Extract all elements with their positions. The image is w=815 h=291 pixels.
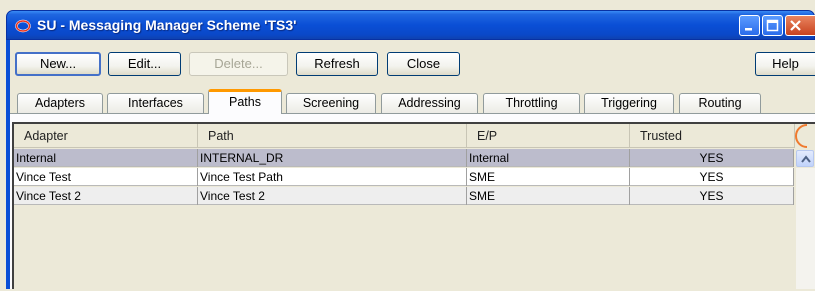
cell-ep: SME bbox=[467, 168, 630, 186]
scroll-up-button[interactable] bbox=[796, 150, 814, 167]
refresh-button[interactable]: Refresh bbox=[296, 52, 378, 76]
chevron-up-icon bbox=[801, 155, 811, 163]
minimize-button[interactable] bbox=[739, 15, 760, 36]
delete-button[interactable]: Delete... bbox=[189, 52, 288, 76]
cell-trusted: YES bbox=[630, 187, 794, 205]
new-button[interactable]: New... bbox=[15, 52, 101, 76]
cell-adapter: Internal bbox=[14, 149, 198, 167]
table-row[interactable]: Vince Test Vince Test Path SME YES bbox=[14, 168, 794, 186]
column-header-trusted[interactable]: Trusted bbox=[630, 124, 795, 148]
cell-ep: SME bbox=[467, 187, 630, 205]
table-row[interactable]: Vince Test 2 Vince Test 2 SME YES bbox=[14, 187, 794, 205]
window-title: SU - Messaging Manager Scheme 'TS3' bbox=[37, 17, 297, 33]
close-icon bbox=[790, 20, 801, 31]
cell-ep: Internal bbox=[467, 149, 630, 167]
cell-path: Vince Test 2 bbox=[198, 187, 467, 205]
tab-paths[interactable]: Paths bbox=[208, 89, 282, 114]
vertical-scrollbar-track[interactable] bbox=[796, 168, 815, 289]
cell-path: INTERNAL_DR bbox=[198, 149, 467, 167]
tab-addressing[interactable]: Addressing bbox=[381, 93, 478, 113]
paths-table: Adapter Path E/P Trusted Internal INTERN… bbox=[12, 122, 815, 291]
tab-screening[interactable]: Screening bbox=[286, 93, 376, 113]
oracle-ring-icon bbox=[15, 19, 31, 33]
tab-throttling[interactable]: Throttling bbox=[483, 93, 580, 113]
tab-adapters[interactable]: Adapters bbox=[17, 93, 103, 113]
tab-triggering[interactable]: Triggering bbox=[584, 93, 674, 113]
close-button[interactable]: Close bbox=[387, 52, 460, 76]
cell-trusted: YES bbox=[630, 149, 794, 167]
minimize-icon bbox=[745, 28, 752, 31]
cell-adapter: Vince Test bbox=[14, 168, 198, 186]
tab-routing[interactable]: Routing bbox=[679, 93, 761, 113]
column-header-adapter[interactable]: Adapter bbox=[14, 124, 198, 148]
tab-interfaces[interactable]: Interfaces bbox=[107, 93, 204, 113]
column-header-ep[interactable]: E/P bbox=[467, 124, 630, 148]
cell-adapter: Vince Test 2 bbox=[14, 187, 198, 205]
cell-trusted: YES bbox=[630, 168, 794, 186]
help-button[interactable]: Help bbox=[755, 52, 815, 76]
column-header-path[interactable]: Path bbox=[198, 124, 467, 148]
cell-path: Vince Test Path bbox=[198, 168, 467, 186]
edit-button[interactable]: Edit... bbox=[108, 52, 181, 76]
table-header: Adapter Path E/P Trusted bbox=[14, 124, 795, 148]
maximize-button[interactable] bbox=[762, 15, 783, 36]
table-row[interactable]: Internal INTERNAL_DR Internal YES bbox=[14, 149, 794, 167]
maximize-icon bbox=[766, 19, 779, 32]
close-window-button[interactable] bbox=[785, 15, 815, 36]
title-bar[interactable]: SU - Messaging Manager Scheme 'TS3' bbox=[6, 10, 815, 40]
table-empty-area[interactable] bbox=[14, 206, 794, 291]
